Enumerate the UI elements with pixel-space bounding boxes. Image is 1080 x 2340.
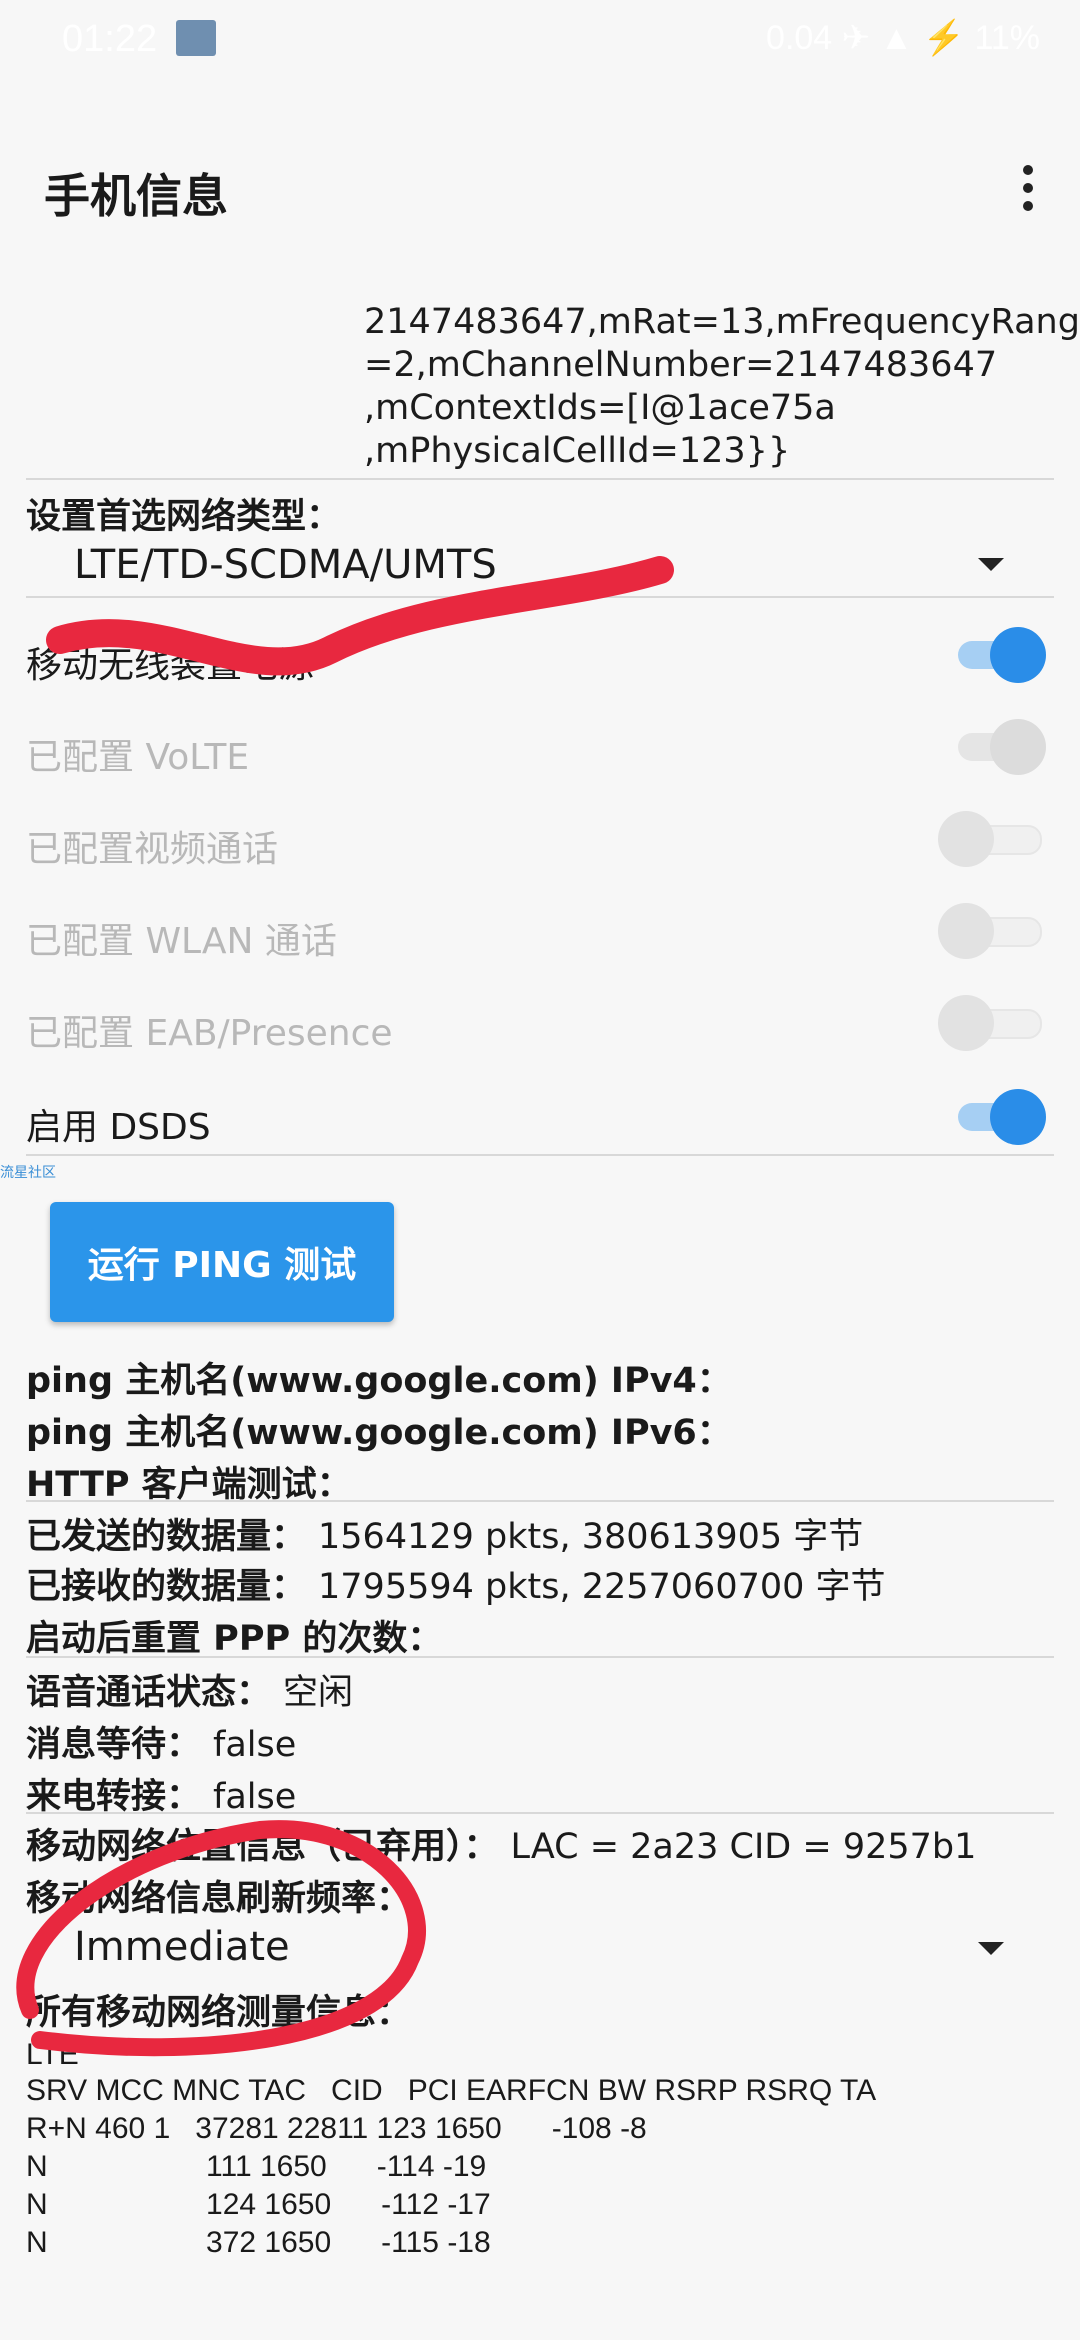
ping-ipv6-label: ping 主机名(www.google.com) IPv6：	[26, 1413, 732, 1453]
video-call-switch[interactable]	[938, 811, 1042, 867]
cell-info-line: ,mPhysicalCellId=123}}	[364, 431, 791, 471]
table-row: N 124 1650 -112 -17	[26, 2188, 491, 2221]
voice-status-value: 空闲	[283, 1673, 354, 1713]
data-sent-label: 已发送的数据量：	[26, 1517, 307, 1557]
table-row: N 372 1650 -115 -18	[26, 2226, 491, 2259]
all-measurements-label: 所有移动网络测量信息：	[26, 1993, 412, 2033]
data-sent-value: 1564129 pkts, 380613905 字节	[318, 1517, 864, 1557]
call-forward-value: false	[213, 1777, 297, 1817]
toggle-label-dsds: 启用 DSDS	[26, 1107, 211, 1148]
preferred-network-label: 设置首选网络类型：	[26, 497, 342, 537]
message-waiting-row: 消息等待： false	[26, 1716, 296, 1767]
run-ping-button[interactable]: 运行 PING 测试	[50, 1202, 394, 1322]
notification-image-icon	[176, 20, 216, 56]
data-received-value: 1795594 pkts, 2257060700 字节	[318, 1567, 886, 1607]
ping-ipv4-label: ping 主机名(www.google.com) IPv4：	[26, 1361, 732, 1401]
divider	[26, 1812, 1054, 1814]
divider	[26, 1154, 1054, 1156]
divider	[26, 1656, 1054, 1658]
voice-status-label: 语音通话状态：	[26, 1673, 272, 1713]
location-value: LAC = 2a23 CID = 9257b1	[510, 1827, 977, 1867]
location-label: 移动网络位置信息（已弃用）：	[26, 1827, 499, 1867]
volte-switch[interactable]	[956, 719, 1046, 775]
data-sent-row: 已发送的数据量： 1564129 pkts, 380613905 字节	[26, 1508, 863, 1559]
divider	[26, 596, 1054, 598]
table-row: R+N 460 1 37281 22811 123 1650 -108 -8	[26, 2112, 647, 2145]
voice-status-row: 语音通话状态： 空闲	[26, 1664, 353, 1715]
toggle-label-video-call: 已配置视频通话	[26, 829, 279, 870]
cell-info-line: ,mContextIds=[I@1ace75a	[364, 388, 836, 428]
dropdown-caret-icon[interactable]	[978, 558, 1004, 571]
data-received-row: 已接收的数据量： 1795594 pkts, 2257060700 字节	[26, 1558, 886, 1609]
toggle-label-eab-presence: 已配置 EAB/Presence	[26, 1013, 393, 1054]
preferred-network-spinner[interactable]: LTE/TD-SCDMA/UMTS	[74, 542, 497, 588]
radio-power-switch[interactable]	[956, 627, 1046, 683]
refresh-rate-spinner[interactable]: Immediate	[74, 1924, 290, 1970]
eab-presence-switch[interactable]	[938, 995, 1042, 1051]
toggle-label-radio-power: 移动无线装置电源	[26, 645, 315, 686]
cell-info-line: =2,mChannelNumber=2147483647	[364, 345, 998, 385]
watermark: 流星社区	[0, 1165, 56, 1181]
table-row: N 111 1650 -114 -19	[26, 2150, 487, 2183]
dropdown-caret-icon[interactable]	[978, 1942, 1004, 1955]
dsds-switch[interactable]	[956, 1089, 1046, 1145]
toggle-label-volte: 已配置 VoLTE	[26, 737, 250, 778]
wlan-call-switch[interactable]	[938, 903, 1042, 959]
cell-info-text: 2147483647,mRat=13,mFrequencyRange =2,mC…	[364, 258, 1080, 473]
more-vert-icon[interactable]	[1006, 160, 1050, 220]
status-time: 01:22	[62, 18, 158, 60]
page-title: 手机信息	[44, 169, 228, 223]
lte-title: LTE	[26, 2038, 79, 2071]
ppp-reset-row: 启动后重置 PPP 的次数：	[26, 1619, 443, 1659]
refresh-rate-label: 移动网络信息刷新频率：	[26, 1879, 412, 1919]
location-row: 移动网络位置信息（已弃用）： LAC = 2a23 CID = 9257b1	[26, 1818, 976, 1869]
message-waiting-label: 消息等待：	[26, 1725, 202, 1765]
status-icons: 0.04 ✈ ▲ ⚡ 11%	[766, 19, 1040, 57]
status-bar: 01:22 0.04 ✈ ▲ ⚡ 11%	[0, 0, 1080, 80]
divider	[26, 478, 1054, 480]
lte-table-header: SRV MCC MNC TAC CID PCI EARFCN BW RSRP R…	[26, 2074, 877, 2107]
divider	[26, 1500, 1054, 1502]
call-forward-label: 来电转接：	[26, 1777, 202, 1817]
data-received-label: 已接收的数据量：	[26, 1567, 307, 1607]
cell-info-line: 2147483647,mRat=13,mFrequencyRange	[364, 302, 1080, 342]
toggle-label-wlan-call: 已配置 WLAN 通话	[26, 921, 337, 962]
app-bar: 手机信息	[0, 120, 1080, 260]
message-waiting-value: false	[213, 1725, 297, 1765]
